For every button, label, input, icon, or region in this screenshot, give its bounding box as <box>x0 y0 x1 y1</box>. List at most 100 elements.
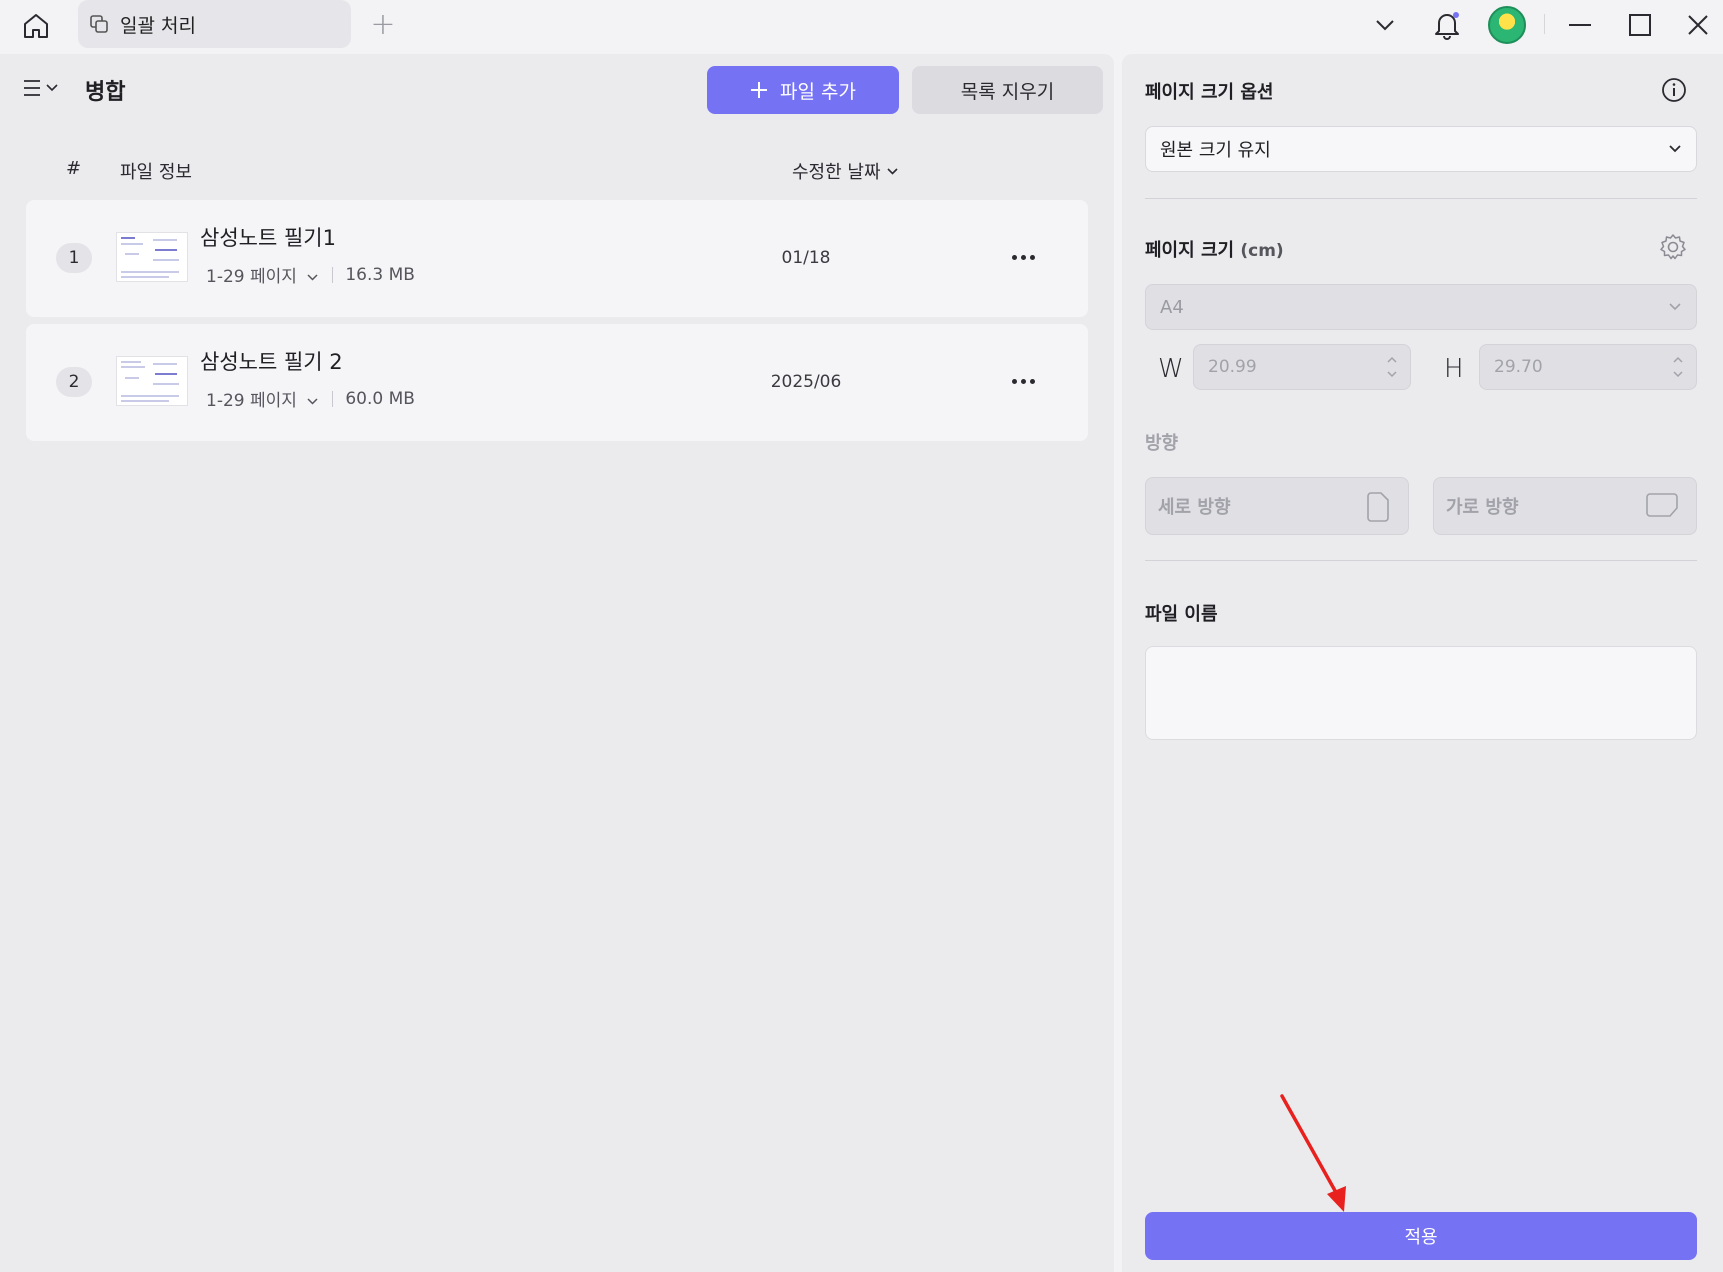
more-icon <box>1011 254 1017 260</box>
row-number: 2 <box>56 367 92 397</box>
landscape-label: 가로 방향 <box>1446 497 1519 518</box>
portrait-page-icon <box>1367 492 1389 522</box>
page-size-options-title: 페이지 크기 옵션 <box>1145 82 1274 103</box>
more-icon <box>1029 378 1035 384</box>
avatar <box>1488 6 1526 44</box>
home-button[interactable] <box>18 8 54 44</box>
annotation-arrow-icon <box>1280 1094 1346 1212</box>
chevron-down-icon <box>307 273 318 281</box>
new-tab-button[interactable]: + <box>368 8 398 42</box>
width-value: 20.99 <box>1208 357 1257 377</box>
file-date: 2025/06 <box>770 372 842 392</box>
page-size-unit: (cm) <box>1240 241 1284 261</box>
chevron-down-icon <box>46 84 58 92</box>
section-divider <box>1145 560 1697 561</box>
page-range: 1-29 페이지 <box>206 267 297 287</box>
file-thumbnail <box>116 232 188 282</box>
column-header-file-info: 파일 정보 <box>120 162 192 183</box>
titlebar-divider <box>1544 14 1545 34</box>
page-size-option-select[interactable]: 원본 크기 유지 <box>1145 126 1697 172</box>
height-stepper[interactable]: 29.70 <box>1479 344 1697 390</box>
landscape-button[interactable]: 가로 방향 <box>1433 477 1697 535</box>
page-title: 병합 <box>85 80 126 105</box>
maximize-button[interactable] <box>1622 0 1658 50</box>
portrait-button[interactable]: 세로 방향 <box>1145 477 1409 535</box>
notification-button[interactable] <box>1430 0 1464 50</box>
row-number: 1 <box>56 243 92 273</box>
file-name-title: 파일 이름 <box>1145 604 1218 625</box>
title-bar: 일괄 처리 + <box>0 0 1723 54</box>
column-header-date-label: 수정한 날짜 <box>792 162 881 183</box>
meta-divider <box>332 390 334 407</box>
file-name-input[interactable] <box>1145 646 1697 740</box>
info-icon <box>1662 78 1686 102</box>
landscape-page-icon <box>1646 493 1678 517</box>
more-options-button[interactable] <box>1006 244 1040 270</box>
stepper-arrows-icon <box>1387 356 1397 378</box>
more-icon <box>1011 378 1017 384</box>
tab-batch[interactable]: 일괄 처리 <box>78 0 351 48</box>
orientation-title: 방향 <box>1145 433 1179 454</box>
file-name: 삼성노트 필기 2 <box>200 350 343 374</box>
chevron-down-icon <box>1376 20 1394 31</box>
portrait-label: 세로 방향 <box>1158 497 1231 518</box>
page-size-title: 페이지 크기 (cm) <box>1145 236 1284 262</box>
file-row[interactable]: 1 삼성노트 필기1 1-29 페이지 16.3 MB 01/18 <box>26 200 1088 317</box>
gear-icon <box>1660 234 1686 260</box>
width-stepper[interactable]: 20.99 <box>1193 344 1411 390</box>
home-icon <box>24 14 48 38</box>
meta-divider <box>332 266 334 283</box>
width-label: W <box>1158 354 1184 384</box>
hamburger-icon <box>24 80 40 96</box>
more-options-button[interactable] <box>1006 368 1040 394</box>
apply-button[interactable]: 적용 <box>1145 1212 1697 1260</box>
add-file-label: 파일 추가 <box>780 80 856 103</box>
file-row[interactable]: 2 삼성노트 필기 2 1-29 페이지 60.0 MB 2025/06 <box>26 324 1088 441</box>
chevron-down-icon <box>886 167 898 175</box>
height-value: 29.70 <box>1494 357 1543 377</box>
file-date: 01/18 <box>781 248 831 268</box>
tab-list-button[interactable] <box>1370 0 1400 50</box>
page-range: 1-29 페이지 <box>206 391 297 411</box>
page-range-dropdown[interactable]: 1-29 페이지 <box>206 262 318 287</box>
close-button[interactable] <box>1680 0 1716 50</box>
clear-list-label: 목록 지우기 <box>960 80 1055 103</box>
stepper-arrows-icon <box>1673 356 1683 378</box>
plus-icon <box>751 82 768 98</box>
page-range-dropdown[interactable]: 1-29 페이지 <box>206 386 318 411</box>
add-file-button[interactable]: 파일 추가 <box>707 66 899 114</box>
clear-list-button[interactable]: 목록 지우기 <box>912 66 1103 114</box>
bell-icon <box>1435 12 1459 40</box>
section-divider <box>1145 198 1697 199</box>
more-icon <box>1029 254 1035 260</box>
apply-label: 적용 <box>1404 1227 1438 1248</box>
file-thumbnail <box>116 356 188 406</box>
minimize-icon <box>1569 24 1591 26</box>
chevron-down-icon <box>307 397 318 405</box>
column-header-date[interactable]: 수정한 날짜 <box>792 158 898 184</box>
menu-button[interactable] <box>22 78 58 98</box>
minimize-button[interactable] <box>1562 0 1598 50</box>
copy-icon <box>88 13 110 35</box>
info-button[interactable] <box>1660 76 1688 104</box>
paper-size-value: A4 <box>1160 296 1184 318</box>
plus-icon: + <box>370 7 396 42</box>
paper-size-select[interactable]: A4 <box>1145 284 1697 330</box>
chevron-down-icon <box>1669 303 1681 311</box>
account-button[interactable] <box>1487 0 1527 50</box>
page-size-title-text: 페이지 크기 <box>1145 240 1235 261</box>
more-icon <box>1020 254 1026 260</box>
page-size-settings-button[interactable] <box>1658 232 1688 262</box>
chevron-down-icon <box>1669 145 1681 153</box>
tab-label: 일괄 처리 <box>120 14 196 37</box>
column-header-number: # <box>66 158 82 179</box>
file-list-panel: 병합 파일 추가 목록 지우기 # 파일 정보 수정한 날짜 1 삼성노트 필기… <box>0 54 1114 1272</box>
options-panel: 페이지 크기 옵션 원본 크기 유지 페이지 크기 (cm) A4 W 20.9… <box>1122 54 1723 1272</box>
file-name: 삼성노트 필기1 <box>200 226 336 250</box>
close-icon <box>1688 15 1708 35</box>
file-size: 60.0 MB <box>345 388 415 409</box>
file-size: 16.3 MB <box>345 264 415 285</box>
height-label: H <box>1444 354 1464 384</box>
page-size-option-value: 원본 크기 유지 <box>1160 140 1271 161</box>
file-meta: 1-29 페이지 60.0 MB <box>206 386 415 412</box>
